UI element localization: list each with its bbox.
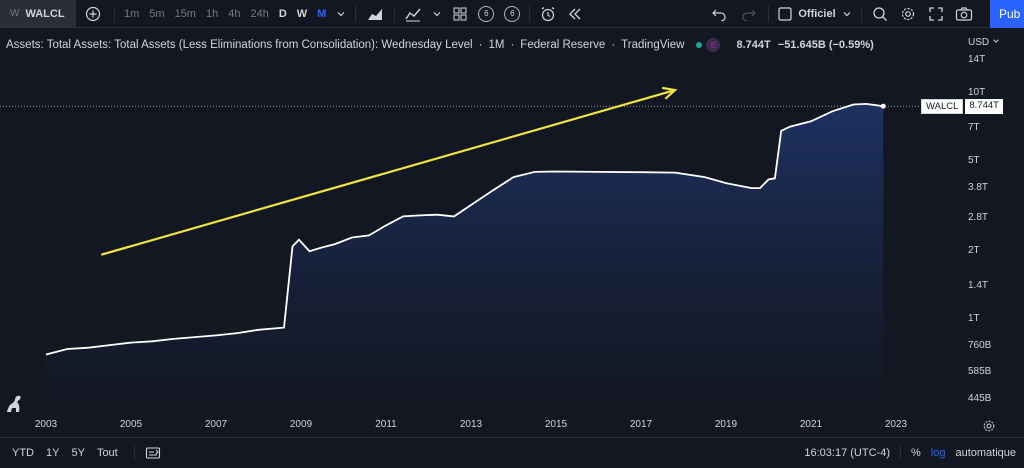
interval-w[interactable]: W xyxy=(292,0,312,28)
range-1y[interactable]: 1Y xyxy=(40,447,65,459)
undo-button[interactable] xyxy=(704,0,734,28)
indicators-button[interactable] xyxy=(399,0,427,28)
bottom-divider xyxy=(133,445,135,460)
compare-button[interactable] xyxy=(76,0,110,28)
snapshot-button[interactable] xyxy=(950,0,978,28)
time-axis-tick: 2009 xyxy=(289,419,313,430)
square-icon xyxy=(778,6,792,21)
log-toggle[interactable]: log xyxy=(931,447,946,459)
chevron-down-icon xyxy=(337,11,345,16)
interval-d[interactable]: D xyxy=(274,0,292,28)
undo-icon xyxy=(712,9,726,21)
interval-24h[interactable]: 24h xyxy=(245,0,273,28)
price-axis-tag: WALCL 8.744T xyxy=(921,99,1003,115)
price-axis-tick: 10T xyxy=(968,87,986,98)
count-badge: 6 xyxy=(478,5,495,22)
bottom-bar: YTD 1Y 5Y Tout 16:03:17 (UTC-4) % log au… xyxy=(0,437,1024,467)
range-ytd[interactable]: YTD xyxy=(6,447,40,459)
range-5y[interactable]: 5Y xyxy=(65,447,90,459)
interval-5m[interactable]: 5m xyxy=(144,0,169,28)
time-axis-tick: 2015 xyxy=(544,419,568,430)
bottom-divider xyxy=(899,446,901,460)
interval-1h[interactable]: 1h xyxy=(201,0,223,28)
axis-settings-gear-icon[interactable] xyxy=(982,419,996,433)
templates-button[interactable] xyxy=(447,0,473,28)
chart-canvas[interactable] xyxy=(0,30,1024,438)
settings-button[interactable] xyxy=(894,0,922,28)
price-axis-tick: 585B xyxy=(968,366,992,378)
alarm-clock-icon xyxy=(541,6,555,21)
time-axis-tick: 2013 xyxy=(459,419,483,430)
symbol-search[interactable]: W WALCL xyxy=(0,0,76,28)
layout-label: Officiel xyxy=(798,7,836,20)
search-icon xyxy=(872,6,887,21)
time-axis-tick: 2019 xyxy=(714,419,738,430)
search-button[interactable] xyxy=(866,0,894,28)
publish-button[interactable]: Pub xyxy=(990,0,1024,28)
dinosaur-logo-icon xyxy=(7,395,21,412)
time-axis-tick: 2003 xyxy=(34,419,58,430)
toolbar-divider xyxy=(768,5,770,22)
price-axis-tick: 2.8T xyxy=(968,212,989,224)
top-toolbar: W WALCL 1m 5m 15m 1h 4h 24h D W M 6 6 Of… xyxy=(0,0,1024,28)
fullscreen-button[interactable] xyxy=(922,0,950,28)
time-axis-tick: 2005 xyxy=(119,419,143,430)
area-chart-icon xyxy=(368,8,383,20)
clock[interactable]: 16:03:17 (UTC-4) xyxy=(804,447,890,459)
toolbar-divider xyxy=(860,5,862,22)
bottom-right-group: 16:03:17 (UTC-4) % log automatique xyxy=(804,438,1016,468)
interval-15m[interactable]: 15m xyxy=(170,0,201,28)
indicator-count-a[interactable]: 6 xyxy=(473,0,499,28)
price-axis-tick: 3.8T xyxy=(968,182,989,194)
time-axis-tick: 2017 xyxy=(629,419,653,430)
plus-circle-icon xyxy=(85,6,101,21)
interval-dropdown[interactable] xyxy=(331,0,351,28)
redo-button[interactable] xyxy=(734,0,764,28)
price-axis-tick: 5T xyxy=(968,155,980,167)
price-tag-name: WALCL xyxy=(921,99,964,115)
replay-button[interactable] xyxy=(562,0,588,28)
indicators-dropdown[interactable] xyxy=(427,0,447,28)
fullscreen-icon xyxy=(928,6,943,21)
toolbar-divider xyxy=(529,5,531,22)
price-axis-tick: 1T xyxy=(968,313,980,325)
gear-icon xyxy=(901,7,914,20)
chevron-down-icon xyxy=(843,11,851,16)
time-axis-tick: 2011 xyxy=(375,419,397,430)
price-axis-tick: 1.4T xyxy=(968,280,989,292)
chevron-down-icon xyxy=(433,11,441,16)
toolbar-divider xyxy=(114,5,115,22)
range-all[interactable]: Tout xyxy=(91,447,124,459)
grid-icon xyxy=(453,7,467,20)
price-axis-tick: 445B xyxy=(968,393,992,404)
redo-icon xyxy=(742,9,757,21)
alert-button[interactable] xyxy=(534,0,562,28)
interval-4h[interactable]: 4h xyxy=(223,0,245,28)
indicators-icon xyxy=(405,8,421,21)
date-range-icon[interactable] xyxy=(145,446,161,460)
price-axis-tick: 7T xyxy=(968,122,980,134)
price-axis-tick: 760B xyxy=(968,340,992,352)
interval-1m[interactable]: 1m xyxy=(119,0,144,28)
time-axis-tick: 2007 xyxy=(204,419,228,430)
symbol-label: WALCL xyxy=(25,7,65,20)
auto-toggle[interactable]: automatique xyxy=(955,447,1016,459)
time-axis-tick: 2023 xyxy=(884,419,908,430)
price-tag-value: 8.744T xyxy=(965,99,1003,115)
last-value-point xyxy=(880,103,886,109)
toolbar-divider xyxy=(355,5,357,22)
percent-toggle[interactable]: % xyxy=(911,447,921,459)
interval-m[interactable]: M xyxy=(312,0,331,28)
price-axis-tick: 2T xyxy=(968,245,980,257)
count-badge: 6 xyxy=(504,5,521,22)
camera-icon xyxy=(955,6,972,21)
symbol-prefix: W xyxy=(10,8,20,19)
chart-style-button[interactable] xyxy=(360,0,390,28)
indicator-count-b[interactable]: 6 xyxy=(499,0,525,28)
layout-button[interactable]: Officiel xyxy=(773,0,856,28)
time-axis-tick: 2021 xyxy=(799,419,823,430)
price-axis-tick: 14T xyxy=(968,53,986,65)
rewind-icon xyxy=(569,8,581,19)
toolbar-divider xyxy=(394,5,396,22)
